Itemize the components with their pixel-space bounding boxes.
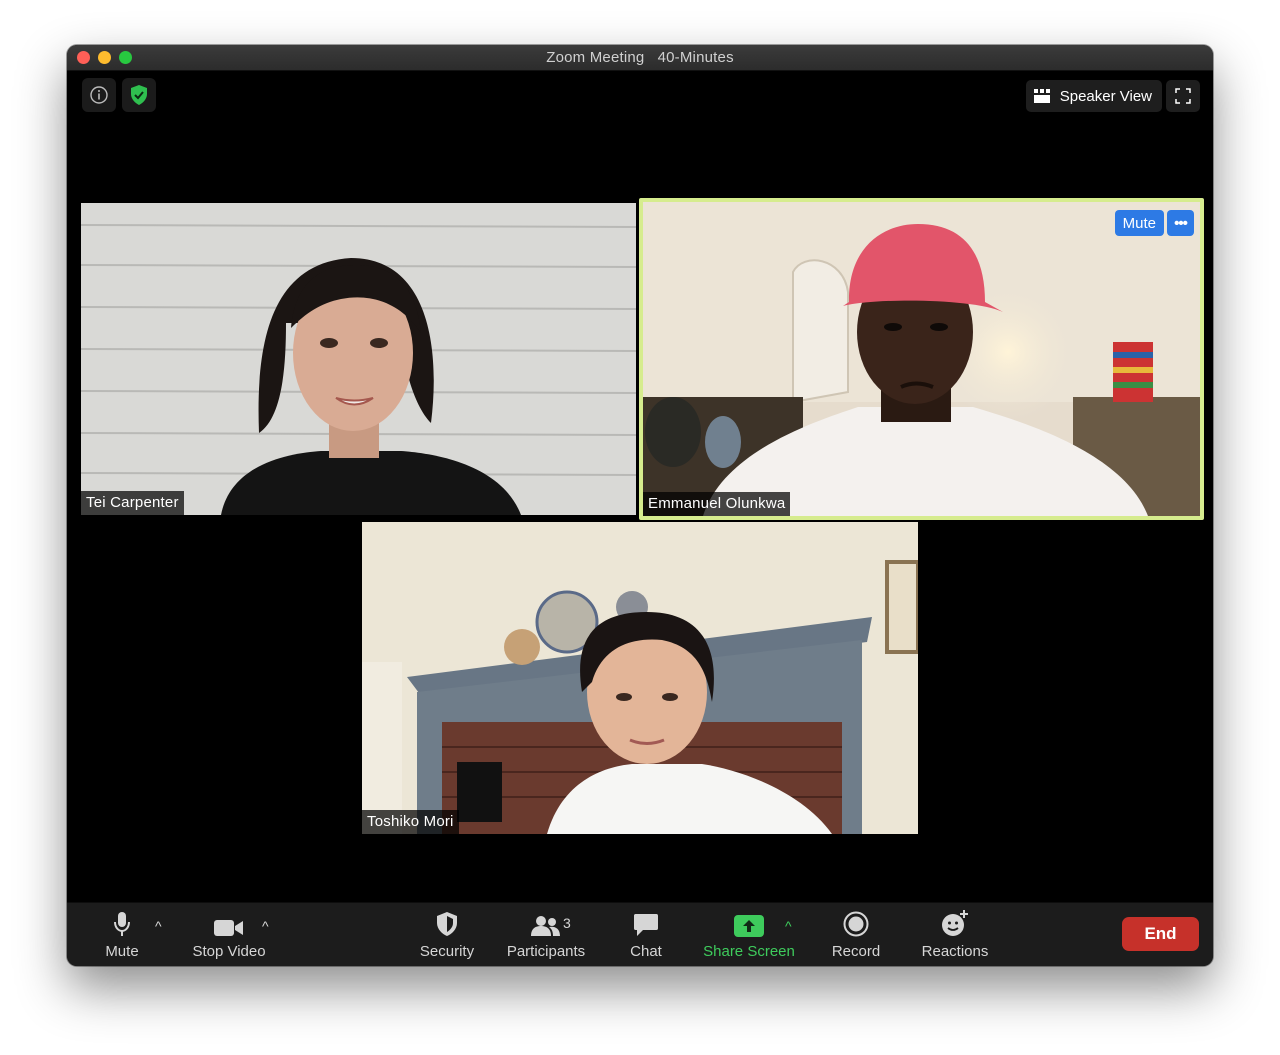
video-tile-tei-carpenter[interactable]: Tei Carpenter: [81, 203, 636, 515]
encryption-button[interactable]: [122, 78, 156, 112]
share-screen-button[interactable]: Share Screen: [703, 903, 795, 966]
title-bar: Zoom Meeting 40-Minutes: [67, 45, 1213, 71]
participants-label: Participants: [506, 943, 586, 960]
chat-bubble-icon: [634, 914, 658, 936]
add-reaction-icon: [942, 910, 968, 936]
video-options-caret-icon[interactable]: ^: [262, 918, 269, 934]
stop-video-button[interactable]: Stop Video: [187, 903, 271, 966]
record-icon: [843, 911, 869, 937]
share-screen-icon: [734, 915, 764, 937]
speaker-view-label: Speaker View: [1059, 87, 1152, 105]
participant-video: [362, 522, 918, 834]
share-options-caret-icon[interactable]: ^: [785, 918, 792, 934]
participant-name: Toshiko Mori: [362, 810, 459, 834]
security-button[interactable]: Security: [415, 903, 479, 966]
active-speaker-highlight: [639, 198, 1204, 520]
chat-button[interactable]: Chat: [625, 903, 667, 966]
window-title: Zoom Meeting 40-Minutes: [546, 49, 734, 66]
security-shield-icon: [437, 912, 457, 936]
chat-label: Chat: [630, 943, 662, 960]
shield-check-icon: [131, 85, 147, 105]
audio-options-caret-icon[interactable]: ^: [155, 918, 162, 934]
participants-icon: [531, 916, 560, 936]
end-meeting-button[interactable]: End: [1122, 917, 1199, 951]
stop-video-label: Stop Video: [192, 943, 266, 960]
meeting-toolbar: Mute ^ Stop Video ^ Security Participant…: [67, 902, 1213, 966]
grid-view-icon: [1033, 89, 1050, 103]
reactions-button[interactable]: Reactions: [919, 903, 991, 966]
speaker-view-button[interactable]: Speaker View: [1025, 80, 1162, 112]
video-tile-toshiko-mori[interactable]: Toshiko Mori: [362, 522, 918, 834]
record-label: Record: [831, 943, 881, 960]
fullscreen-button[interactable]: [1166, 80, 1200, 112]
fullscreen-icon: [1175, 88, 1191, 104]
participant-video: [81, 203, 636, 515]
maximize-window-button[interactable]: [119, 51, 132, 64]
share-screen-label: Share Screen: [703, 943, 795, 960]
video-camera-icon: [214, 920, 243, 936]
mute-label: Mute: [105, 943, 139, 960]
security-label: Security: [419, 943, 475, 960]
zoom-window: Zoom Meeting 40-Minutes Speaker View Tei…: [67, 45, 1213, 966]
participants-count: 3: [563, 915, 571, 931]
window-controls: [77, 51, 132, 64]
participant-name: Tei Carpenter: [81, 491, 184, 515]
meeting-info-button[interactable]: [82, 78, 116, 112]
mute-button[interactable]: Mute: [93, 903, 151, 966]
microphone-icon: [114, 912, 130, 936]
minimize-window-button[interactable]: [98, 51, 111, 64]
reactions-label: Reactions: [921, 943, 989, 960]
record-button[interactable]: Record: [829, 903, 883, 966]
participants-button[interactable]: Participants: [503, 903, 589, 966]
info-icon: [90, 86, 108, 104]
close-window-button[interactable]: [77, 51, 90, 64]
